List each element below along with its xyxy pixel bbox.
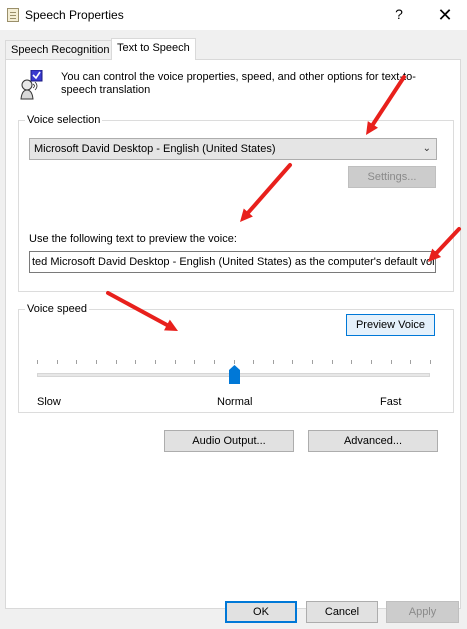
slider-tick <box>430 360 431 364</box>
chevron-down-icon: ⌄ <box>422 143 431 154</box>
cancel-button[interactable]: Cancel <box>306 601 378 623</box>
slider-tick <box>175 360 176 364</box>
dialog-body: Speech Recognition Text to Speech You ca… <box>0 30 467 629</box>
preview-text-value: ted Microsoft David Desktop - English (U… <box>32 256 436 268</box>
audio-output-button[interactable]: Audio Output... <box>164 430 294 452</box>
slider-tick <box>292 360 293 364</box>
window-title: Speech Properties <box>25 8 124 22</box>
slider-tick <box>135 360 136 364</box>
slider-tick <box>96 360 97 364</box>
slider-tick <box>371 360 372 364</box>
speaking-person-checkmark-icon <box>20 70 43 100</box>
slider-tick <box>391 360 392 364</box>
tab-text-to-speech[interactable]: Text to Speech <box>111 38 196 60</box>
voice-selection-legend: Voice selection <box>25 114 103 126</box>
help-button[interactable]: ? <box>392 6 406 22</box>
slider-tick <box>116 360 117 364</box>
slider-tick <box>214 360 215 364</box>
close-button[interactable]: ✕ <box>432 4 458 26</box>
preview-prompt-label: Use the following text to preview the vo… <box>29 233 237 245</box>
voice-speed-group: Voice speed Slow Normal Fast <box>18 303 454 413</box>
slider-tick <box>76 360 77 364</box>
advanced-button[interactable]: Advanced... <box>308 430 438 452</box>
voice-select-dropdown[interactable]: Microsoft David Desktop - English (Unite… <box>29 138 437 160</box>
slider-tick <box>332 360 333 364</box>
intro-text: You can control the voice properties, sp… <box>61 71 416 96</box>
text-to-speech-panel: You can control the voice properties, sp… <box>5 59 461 609</box>
preview-text-field[interactable]: ted Microsoft David Desktop - English (U… <box>29 251 436 273</box>
selected-voice: Microsoft David Desktop - English (Unite… <box>34 143 276 155</box>
slider-tick <box>351 360 352 364</box>
slider-tick <box>410 360 411 364</box>
tab-speech-recognition[interactable]: Speech Recognition <box>5 40 116 59</box>
slider-tick <box>234 360 235 364</box>
speed-slow-label: Slow <box>37 396 61 408</box>
apply-button[interactable]: Apply <box>386 601 459 623</box>
ok-button[interactable]: OK <box>225 601 297 623</box>
speed-fast-label: Fast <box>380 396 402 408</box>
slider-tick <box>155 360 156 364</box>
speech-properties-icon <box>7 8 19 22</box>
speed-normal-label: Normal <box>217 396 253 408</box>
slider-tick <box>253 360 254 364</box>
slider-tick <box>312 360 313 364</box>
voice-speed-legend: Voice speed <box>25 303 89 315</box>
voice-speed-slider-thumb[interactable] <box>229 365 240 384</box>
title-bar[interactable]: Speech Properties ? ✕ <box>0 0 467 30</box>
settings-button[interactable]: Settings... <box>348 166 436 188</box>
slider-tick <box>273 360 274 364</box>
slider-tick <box>37 360 38 364</box>
slider-tick <box>194 360 195 364</box>
voice-selection-group: Voice selection Microsoft David Desktop … <box>18 114 454 336</box>
slider-tick <box>57 360 58 364</box>
